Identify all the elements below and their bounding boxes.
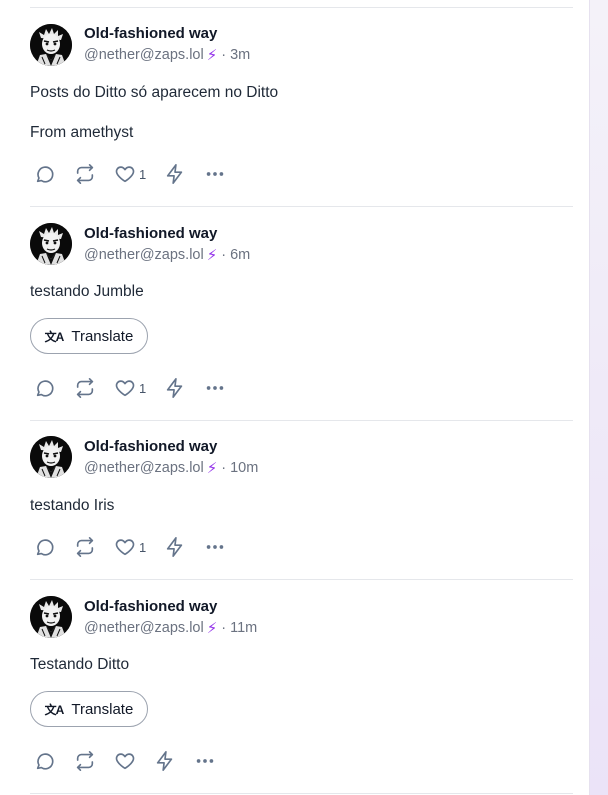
translate-icon: 文A [44,329,65,344]
zap-icon [154,750,176,772]
repost-icon [74,163,96,185]
translate-button[interactable]: 文A Translate [30,318,148,354]
note-text: Posts do Ditto só aparecem no Ditto [30,84,279,101]
post-time[interactable]: · 6m [221,247,250,263]
heart-icon [114,750,136,772]
translate-button[interactable]: 文A Translate [30,691,148,727]
zap-icon [164,536,186,558]
lightning-icon: ⚡ [206,247,218,264]
note-card[interactable]: Old-fashioned way @nether@zaps.lol ⚡ · 6… [30,207,573,421]
author-meta: @nether@zaps.lol ⚡ · 3m [84,46,250,64]
reply-icon [34,163,56,185]
sidebar-edge [589,0,608,795]
author-handle[interactable]: @nether@zaps.lol [84,620,204,636]
author-handle[interactable]: @nether@zaps.lol [84,460,204,476]
lightning-icon: ⚡ [206,460,218,477]
reply-icon-button[interactable] [34,749,56,773]
author-handle[interactable]: @nether@zaps.lol [84,47,204,63]
like-count: 1 [139,380,147,396]
note-text: testando Jumble [30,283,144,300]
heart-icon-button[interactable]: 1 [114,376,146,400]
more-icon-button[interactable] [204,376,226,400]
zap-icon-button[interactable] [164,535,186,559]
post-time[interactable]: · 10m [221,460,258,476]
author-handle[interactable]: @nether@zaps.lol [84,247,204,263]
reply-icon-button[interactable] [34,535,56,559]
zap-icon-button[interactable] [164,376,186,400]
zap-icon [164,377,186,399]
zap-icon [164,163,186,185]
translate-icon: 文A [44,702,65,717]
lightning-icon: ⚡ [206,47,218,64]
more-icon [204,536,226,558]
notes-feed: Old-fashioned way @nether@zaps.lol ⚡ · 3… [0,0,590,795]
more-icon [194,750,216,772]
more-icon-button[interactable] [204,162,226,186]
more-icon [204,163,226,185]
more-icon-button[interactable] [194,749,216,773]
avatar[interactable] [30,223,72,265]
like-count: 1 [139,166,147,182]
reply-icon-button[interactable] [34,376,56,400]
repost-icon [74,750,96,772]
note-card[interactable]: Old-fashioned way @nether@zaps.lol ⚡ · 1… [30,580,573,793]
zap-icon-button[interactable] [154,749,176,773]
avatar[interactable] [30,24,72,66]
heart-icon-button[interactable]: 1 [114,535,146,559]
repost-icon-button[interactable] [74,376,96,400]
author-name[interactable]: Old-fashioned way [84,25,217,42]
note-card[interactable]: Old-fashioned way @nether@zaps.lol ⚡ · 3… [30,8,573,207]
heart-icon [114,163,136,185]
heart-icon-button[interactable]: 1 [114,162,146,186]
translate-label: Translate [71,700,134,718]
reply-icon [34,536,56,558]
post-time[interactable]: · 3m [221,47,250,63]
repost-icon [74,536,96,558]
divider [30,793,573,794]
author-meta: @nether@zaps.lol ⚡ · 6m [84,246,250,264]
repost-icon-button[interactable] [74,535,96,559]
author-name[interactable]: Old-fashioned way [84,438,217,455]
avatar[interactable] [30,436,72,478]
note-text: testando Iris [30,497,115,514]
repost-icon [74,377,96,399]
author-meta: @nether@zaps.lol ⚡ · 11m [84,619,257,637]
like-count: 1 [139,539,147,555]
note-actions: 1 [30,535,250,559]
more-icon-button[interactable] [204,535,226,559]
heart-icon-button[interactable] [114,749,136,773]
lightning-icon: ⚡ [206,620,218,637]
post-time[interactable]: · 11m [221,620,257,636]
zap-icon-button[interactable] [164,162,186,186]
author-meta: @nether@zaps.lol ⚡ · 10m [84,459,258,477]
avatar[interactable] [30,596,72,638]
note-actions: 1 [30,162,250,186]
reply-icon-button[interactable] [34,162,56,186]
more-icon [204,377,226,399]
heart-icon [114,377,136,399]
note-text: From amethyst [30,124,134,141]
heart-icon [114,536,136,558]
repost-icon-button[interactable] [74,749,96,773]
note-actions [30,749,250,773]
reply-icon [34,377,56,399]
repost-icon-button[interactable] [74,162,96,186]
note-actions: 1 [30,376,250,400]
author-name[interactable]: Old-fashioned way [84,598,217,615]
reply-icon [34,750,56,772]
author-name[interactable]: Old-fashioned way [84,225,217,242]
note-text: Testando Ditto [30,656,130,673]
note-card[interactable]: Old-fashioned way @nether@zaps.lol ⚡ · 1… [30,421,573,580]
translate-label: Translate [71,327,134,345]
